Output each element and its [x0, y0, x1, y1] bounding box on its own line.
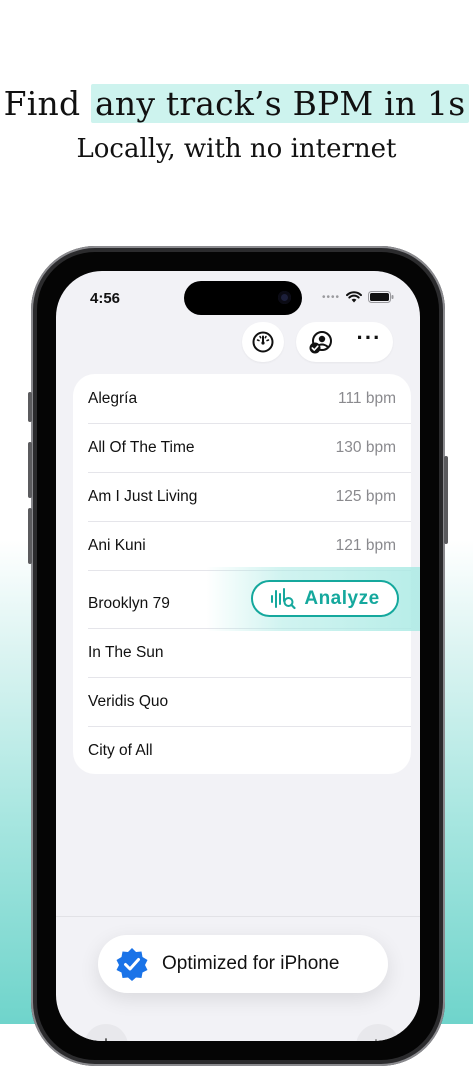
wifi-icon [346, 291, 362, 303]
import-button[interactable] [84, 1024, 128, 1041]
track-title: Alegría [88, 389, 138, 407]
toolbar-group: ··· [296, 322, 393, 362]
track-title: Brooklyn 79 [88, 594, 170, 612]
tempo-gauge-icon [252, 331, 274, 353]
subheadline: Locally, with no internet [76, 134, 397, 164]
status-indicators: •••• [322, 291, 394, 303]
status-time: 4:56 [90, 290, 121, 307]
signal-dots-icon: •••• [321, 291, 340, 303]
account-button[interactable] [308, 329, 334, 355]
camera-icon [278, 291, 291, 304]
track-bpm: 121 bpm [335, 536, 396, 554]
headline-highlight: any track’s BPM in 1s [91, 84, 470, 123]
power-button [444, 456, 448, 544]
track-row[interactable]: City of All [88, 726, 396, 775]
import-icon [105, 1038, 107, 1041]
battery-icon [368, 291, 394, 303]
action-button [28, 392, 32, 422]
analyze-button[interactable]: Analyze [251, 580, 399, 617]
track-title: All Of The Time [88, 438, 195, 456]
track-title: In The Sun [88, 643, 164, 661]
analyze-label: Analyze [304, 587, 380, 609]
track-bpm: 125 bpm [335, 487, 396, 505]
track-row[interactable]: Ani Kuni 121 bpm [88, 521, 396, 570]
track-title: Am I Just Living [88, 487, 198, 505]
dynamic-island [184, 281, 302, 315]
track-bpm: 130 bpm [335, 438, 396, 456]
more-button[interactable]: ··· [357, 325, 382, 351]
more-icon: ··· [356, 325, 382, 350]
phone-frame: 4:56 •••• ··· Alegría 111 bpm All Of The… [28, 246, 448, 1066]
waveform-button[interactable] [356, 1024, 400, 1041]
toolbar-separator [56, 916, 420, 917]
headline: Find any track’s BPM in 1s [0, 84, 473, 123]
track-row[interactable]: Am I Just Living 125 bpm [88, 472, 396, 521]
volume-down-button [28, 508, 32, 564]
tempo-gauge-button[interactable] [242, 322, 284, 362]
track-title: Veridis Quo [88, 692, 169, 710]
track-row[interactable]: Veridis Quo [88, 677, 396, 726]
headline-plain: Find [3, 84, 81, 123]
track-row[interactable]: All Of The Time 130 bpm [88, 423, 396, 472]
volume-up-button [28, 442, 32, 498]
optimized-label: Optimized for iPhone [162, 953, 340, 974]
track-bpm: 111 bpm [337, 389, 396, 407]
waveform-icon [375, 1039, 377, 1041]
track-title: Ani Kuni [88, 536, 146, 554]
track-title: City of All [88, 741, 153, 759]
track-row[interactable]: Alegría 111 bpm [88, 374, 396, 423]
optimized-badge: Optimized for iPhone [98, 935, 388, 993]
waveform-search-icon [271, 587, 296, 609]
account-check-icon [309, 331, 332, 354]
track-row[interactable]: In The Sun [88, 628, 396, 677]
screen: 4:56 •••• ··· Alegría 111 bpm All Of The… [56, 271, 420, 1041]
bezel: 4:56 •••• ··· Alegría 111 bpm All Of The… [37, 252, 439, 1060]
verified-check-icon [116, 948, 148, 981]
